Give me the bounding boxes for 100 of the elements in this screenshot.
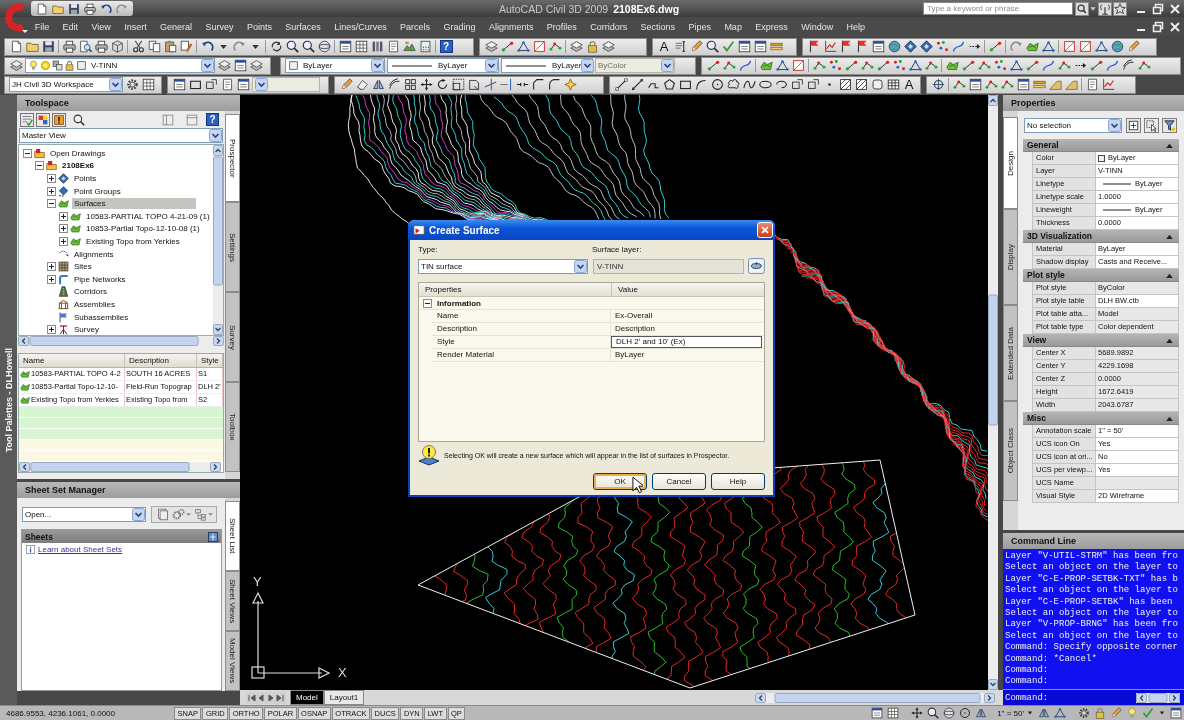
menu-item[interactable]: Edit [55,21,85,32]
settings-icon[interactable] [1078,707,1090,719]
side-tab[interactable]: Survey [225,292,240,382]
cube-icon[interactable] [110,40,124,53]
restore-icon[interactable] [1151,1,1165,16]
flag-icon[interactable] [807,40,821,53]
vertical-scrollbar[interactable] [988,95,998,690]
menu-item[interactable]: Express [748,21,795,32]
expand-icon[interactable] [47,325,56,335]
printer-icon[interactable] [94,40,108,53]
rotating-arrows-icon[interactable] [269,40,283,53]
node-line-icon[interactable] [876,59,890,72]
node-polyline-icon[interactable] [1057,59,1071,72]
menu-item[interactable]: Survey [198,21,241,32]
triangle-nodes-icon[interactable] [1094,40,1108,53]
collapse-icon[interactable] [35,161,44,171]
property-value[interactable]: DLH 2' and 10' (Ex) [611,336,762,348]
collapse-icon[interactable] [423,298,432,308]
tree-item[interactable]: Sites [72,261,94,273]
window-panel-icon[interactable] [1170,707,1182,719]
checklist-icon[interactable] [20,112,34,127]
side-tab[interactable]: Design [1003,117,1018,209]
orbit-icon[interactable] [317,40,331,53]
printer-icon[interactable] [62,40,76,53]
antenna-icon[interactable] [1098,1,1112,16]
sheet-icon[interactable] [386,40,400,53]
menu-item[interactable]: Help [839,21,872,32]
expand-icon[interactable] [59,211,68,221]
expand-icon[interactable] [59,224,68,234]
scale-icon[interactable] [451,78,465,91]
sheet-icon[interactable] [220,78,234,91]
text-cursor-icon[interactable] [673,40,687,53]
circle-icon[interactable] [959,707,972,719]
window-panel-icon[interactable] [172,78,186,91]
tree-item[interactable]: 2108Ex6 [60,160,97,172]
flag-icon[interactable] [839,40,853,53]
rectangle-icon[interactable] [188,78,202,91]
circle-icon[interactable] [710,78,724,91]
node-polyline-icon[interactable] [984,78,998,91]
surface-icon[interactable] [945,59,959,72]
undo-icon[interactable] [200,40,214,53]
column-header[interactable]: Name [19,354,125,367]
box-diagonal-icon[interactable] [791,59,805,72]
table-icon[interactable] [886,78,900,91]
starburst-icon[interactable] [563,78,577,91]
help-button[interactable]: ? [439,40,453,53]
dialog-button[interactable]: OK [593,473,647,490]
collapse-arrow-icon[interactable] [1166,272,1173,278]
help-link[interactable]: Learn about Sheet Sets [38,545,123,554]
menu-item[interactable]: Insert [117,21,154,32]
curve-icon[interactable] [1105,59,1119,72]
copy-icon[interactable] [147,40,161,53]
property-value[interactable]: Ex-Overall [611,310,762,322]
expand-icon[interactable] [47,174,56,183]
restore-icon[interactable] [1151,19,1165,34]
terrain-icon[interactable] [402,40,416,53]
node-line-icon[interactable] [500,40,514,53]
side-tab[interactable]: Sheet List [225,501,240,571]
layers-icon[interactable] [217,59,231,72]
gear-pair-icon[interactable] [171,507,185,521]
sheets-icon[interactable] [155,507,169,521]
layers-icon[interactable] [484,40,498,53]
profile-graph-icon[interactable] [1101,78,1115,91]
orbit-icon[interactable] [943,707,956,719]
collapse-arrow-icon[interactable] [1166,415,1173,421]
menu-item[interactable]: File [28,21,56,32]
close-button[interactable] [757,222,773,238]
tree-item[interactable]: 10583-PARTIAL TOPO 4-21-09 (1) [84,210,212,222]
tree-item[interactable]: Survey [72,324,101,336]
property-value[interactable]: ByLayer [611,349,762,361]
rotate-icon[interactable] [435,78,449,91]
dots-icon[interactable] [935,40,949,53]
panel-layout-icon[interactable] [185,113,198,126]
tab-navigation-icon[interactable] [246,691,286,704]
collapse-arrow-icon[interactable] [1166,337,1173,343]
type-dropdown[interactable]: TIN surface [418,258,588,274]
node-line-icon[interactable] [706,59,720,72]
node-polyline-icon[interactable] [1000,78,1014,91]
tree-item[interactable]: Corridors [72,286,109,298]
node-polyline-icon[interactable] [1137,59,1151,72]
folder-icon[interactable] [52,2,64,15]
layers-icon[interactable] [9,59,23,72]
node-polyline-icon[interactable] [860,59,874,72]
window-panel-icon[interactable] [1016,78,1030,91]
scissors-icon[interactable] [131,40,145,53]
cloud-icon[interactable] [726,78,740,91]
dots-icon[interactable] [828,59,842,72]
dots-icon[interactable] [993,59,1007,72]
menu-item[interactable]: General [153,21,199,32]
undo-icon[interactable] [100,2,112,15]
window-panel-icon[interactable] [236,78,250,91]
slope-icon[interactable] [1048,78,1062,91]
sheet-set-dropdown[interactable]: Open... [22,506,146,522]
pentagon-icon[interactable] [662,78,676,91]
page-magnifier-icon[interactable] [78,40,92,53]
mirrored-triangles-icon[interactable] [1038,707,1050,719]
tool-palettes-bar[interactable]: Tool Palettes - DLHowell [0,95,17,705]
side-tab[interactable]: Settings [225,202,240,292]
side-tab[interactable]: Extended Data [1003,305,1018,401]
pencil-icon[interactable] [339,78,353,91]
